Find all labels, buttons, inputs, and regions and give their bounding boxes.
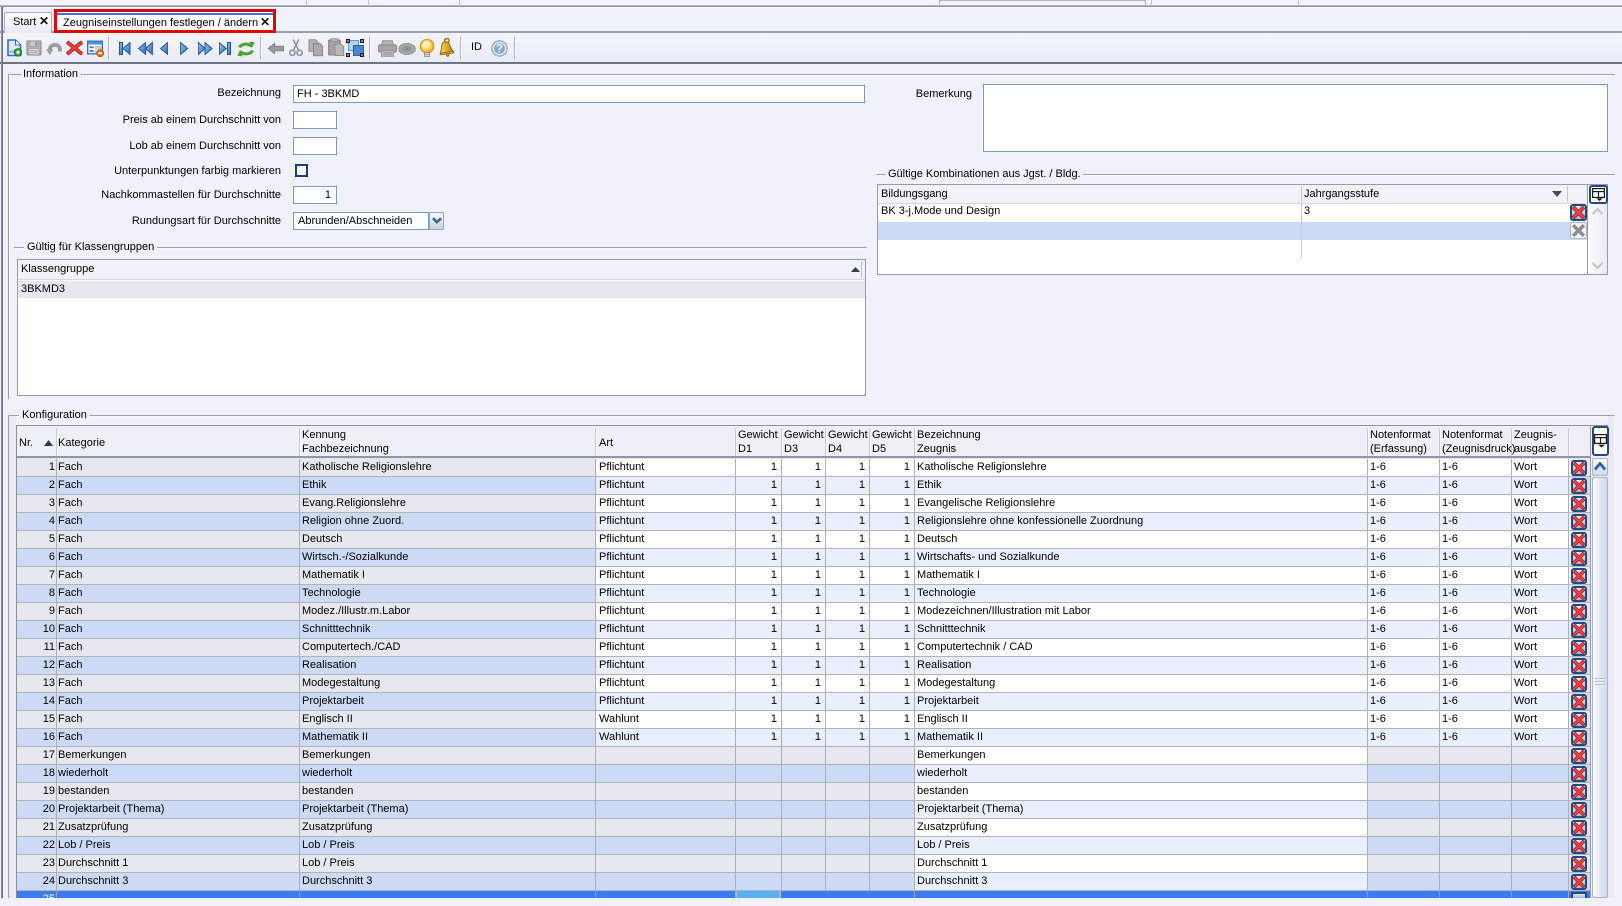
svg-text:?: ? [496,44,503,56]
